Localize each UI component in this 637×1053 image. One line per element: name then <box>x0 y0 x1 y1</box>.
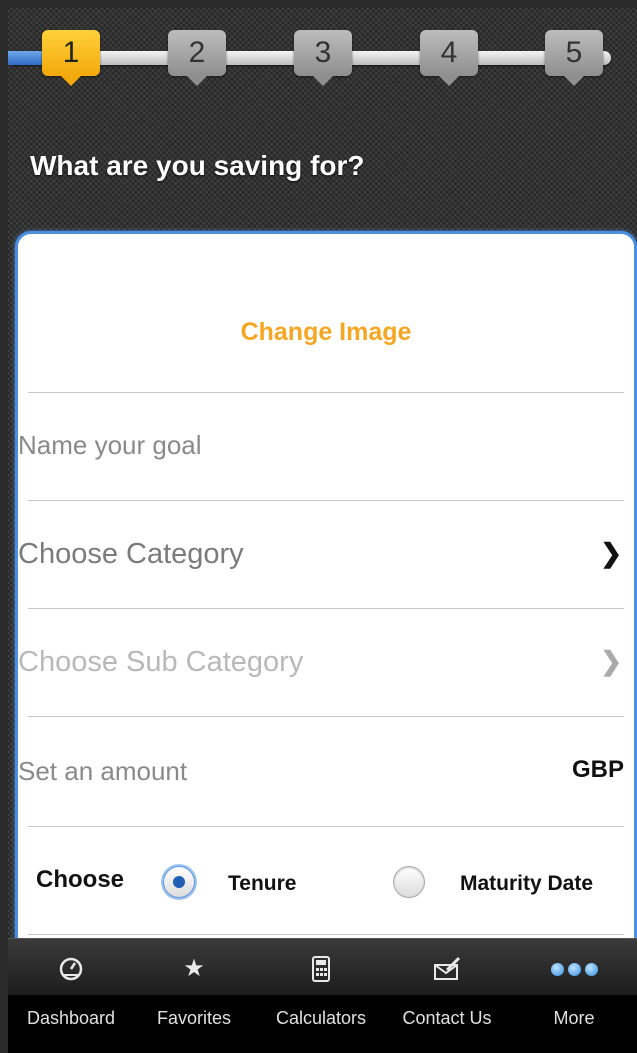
tab-label: More <box>553 1008 595 1028</box>
tab-label: Calculators <box>275 1008 367 1028</box>
divider <box>28 608 624 609</box>
tab-calculators[interactable]: Calculators <box>258 938 384 1053</box>
subcategory-select-label: Choose Sub Category <box>18 646 304 678</box>
tab-label: Contact Us <box>402 1008 492 1028</box>
divider <box>28 716 624 717</box>
dashboard-icon <box>8 956 134 982</box>
tab-dashboard[interactable]: Dashboard <box>8 938 134 1053</box>
chevron-down-icon: ❯ <box>600 538 622 568</box>
maturity-date-label: Maturity Date <box>460 872 594 895</box>
step-2[interactable]: 2 <box>168 30 226 86</box>
tab-favorites[interactable]: ★ Favorites <box>131 938 257 1053</box>
app-screen: 1 2 3 4 5 What are you saving for? Chang… <box>8 8 637 1053</box>
category-select-label: Choose Category <box>18 538 244 570</box>
page-title: What are you saving for? <box>30 150 365 181</box>
change-image-button[interactable]: Change Image <box>18 318 634 347</box>
tenure-label: Tenure <box>228 872 297 895</box>
maturity-date-radio[interactable] <box>393 866 425 898</box>
star-icon: ★ <box>183 955 205 982</box>
calculator-icon <box>258 956 384 982</box>
step-5[interactable]: 5 <box>545 30 603 86</box>
goal-form-card: Change Image Name your goal Choose Categ… <box>15 231 637 997</box>
tab-label: Dashboard <box>26 1008 116 1028</box>
tab-label: Favorites <box>156 1008 232 1028</box>
divider <box>28 500 624 501</box>
divider <box>28 934 624 935</box>
goal-name-input[interactable]: Name your goal <box>18 430 202 461</box>
progress-stepper: 1 2 3 4 5 <box>8 30 637 100</box>
tab-more[interactable]: More <box>511 938 637 1053</box>
step-1[interactable]: 1 <box>42 30 100 86</box>
divider <box>28 392 624 393</box>
tab-contact-us[interactable]: Contact Us <box>384 938 510 1053</box>
amount-input[interactable]: Set an amount <box>18 756 187 787</box>
more-icon <box>511 956 637 982</box>
choose-label: Choose <box>36 866 125 893</box>
step-3[interactable]: 3 <box>294 30 352 86</box>
divider <box>28 826 624 827</box>
currency-label: GBP <box>571 756 624 783</box>
step-4[interactable]: 4 <box>420 30 478 86</box>
tab-bar: Dashboard ★ Favorites Calculators Contac… <box>8 938 637 1053</box>
chevron-down-icon: ❯ <box>600 646 622 676</box>
tenure-radio[interactable] <box>163 866 195 898</box>
contact-icon <box>384 956 510 982</box>
